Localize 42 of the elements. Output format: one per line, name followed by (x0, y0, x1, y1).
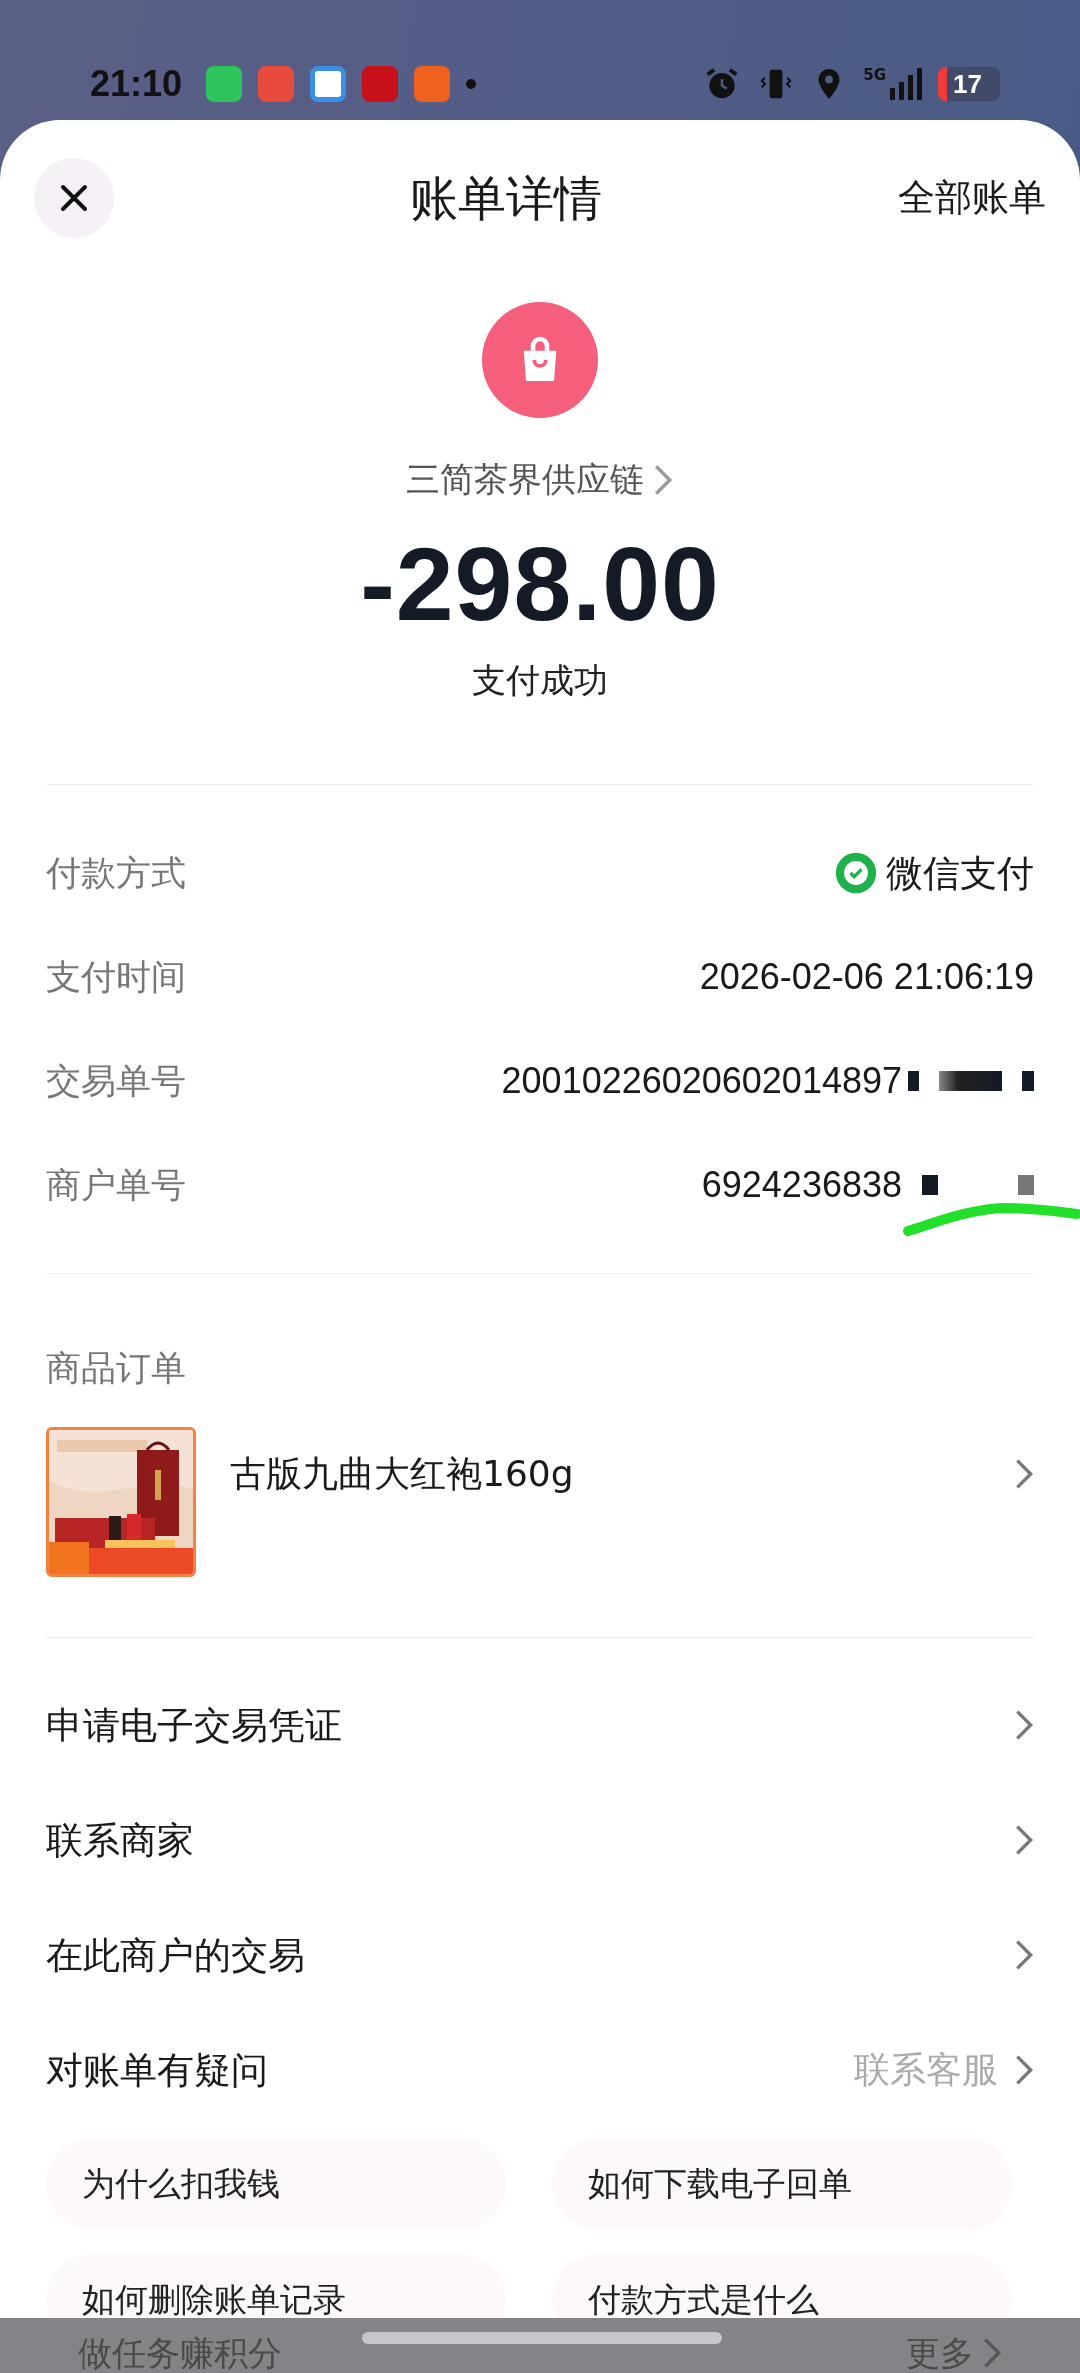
chevron-right-icon (1014, 2053, 1034, 2088)
detail-label: 付款方式 (46, 852, 186, 896)
faq-chip[interactable]: 如何下载电子回单 (552, 2137, 1012, 2230)
all-bills-link[interactable]: 全部账单 (898, 169, 1046, 226)
faq-chip[interactable]: 如何删除账单记录 (46, 2253, 506, 2318)
merchant-link[interactable]: 三简茶界供应链 (406, 454, 674, 505)
check-circle-icon (834, 851, 878, 896)
close-icon (59, 182, 89, 213)
menu-item[interactable]: 申请电子交易凭证 (0, 1667, 1080, 1783)
payment-status: 支付成功 (472, 659, 608, 703)
product-name: 古版九曲大红袍160g (230, 1451, 575, 1496)
detail-value: 20010226020602014897 (501, 1059, 902, 1104)
app-icon (362, 66, 399, 102)
chevron-right-icon (1014, 1938, 1034, 1973)
product-row[interactable]: 古版九曲大红袍160g (46, 1426, 1034, 1577)
menu-item[interactable]: 在此商户的交易 (0, 1897, 1080, 2013)
chevron-right-icon (652, 462, 674, 497)
detail-value: 2026-02-06 21:06:19 (699, 955, 1034, 1000)
detail-label: 支付时间 (46, 956, 186, 1000)
app-icon (414, 66, 451, 102)
detail-label: 交易单号 (46, 1060, 186, 1104)
amount: -298.00 (360, 527, 720, 642)
app-icon (310, 66, 347, 102)
battery-icon: 17 (938, 67, 1000, 101)
app-icon (206, 66, 243, 102)
page-title: 账单详情 (410, 168, 602, 228)
chevron-right-icon (1014, 1708, 1034, 1743)
menu-item[interactable]: 联系商家 (0, 1782, 1080, 1898)
chevron-right-icon (982, 2335, 1002, 2370)
detail-value: 微信支付 (886, 850, 1034, 897)
task-points-text: 做任务赚积分 (78, 2335, 282, 2370)
app-icon (258, 66, 295, 102)
chevron-right-icon (1014, 1456, 1034, 1491)
detail-label: 商户单号 (46, 1164, 186, 1208)
faq-chip[interactable]: 为什么扣我钱 (46, 2137, 506, 2230)
dot-icon (466, 79, 477, 89)
chevron-right-icon (1014, 1823, 1034, 1858)
status-time: 21:10 (90, 62, 183, 106)
section-title: 商品订单 (46, 1347, 187, 1391)
detail-value: 6924236838 (701, 1163, 902, 1208)
faq-chip[interactable]: 付款方式是什么 (552, 2253, 1012, 2318)
menu-item[interactable]: 对账单有疑问 联系客服 (0, 2012, 1080, 2128)
